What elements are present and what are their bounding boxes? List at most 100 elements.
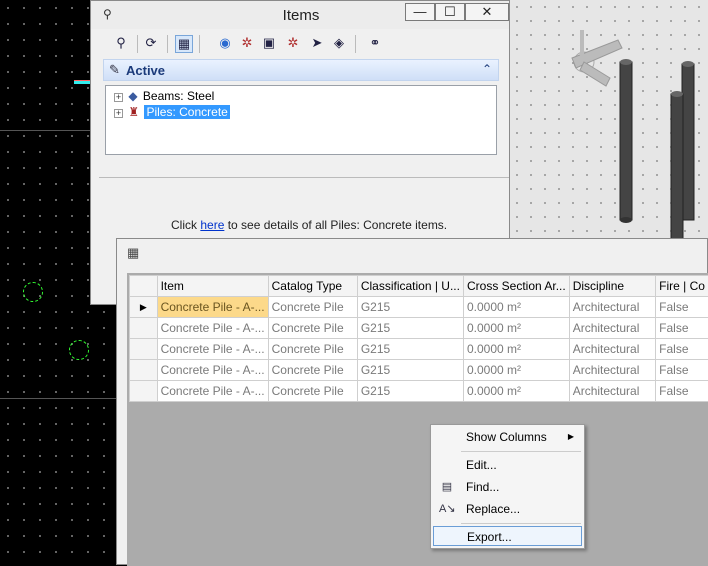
grid-cell[interactable]: False	[656, 360, 708, 381]
column-header[interactable]: Classification | U...	[357, 276, 463, 297]
globe-icon[interactable]: ◉	[217, 35, 233, 51]
toolbar-separator	[199, 35, 200, 53]
grid-cell[interactable]: Concrete Pile - A-...	[157, 297, 268, 318]
column-header[interactable]: Fire | Co	[656, 276, 708, 297]
menu-item-export[interactable]: Export...	[433, 526, 582, 546]
data-grid-area[interactable]: Item Catalog Type Classification | U... …	[127, 273, 708, 566]
details-text: Click here to see details of all Piles: …	[171, 218, 447, 232]
active-items-tree[interactable]: + ◆ Beams: Steel + ♜ Piles: Concrete	[105, 85, 497, 155]
grid-cell[interactable]: Architectural	[569, 318, 655, 339]
beam-icon: ◆	[128, 89, 137, 103]
table-row[interactable]: Concrete Pile - A-... Concrete Pile G215…	[130, 318, 708, 339]
pile-3d	[620, 59, 632, 223]
properties-icon[interactable]: ◈	[331, 35, 347, 51]
pile-3d	[671, 91, 683, 240]
row-header[interactable]	[130, 339, 158, 360]
grid-cell[interactable]: 0.0000 m²	[463, 360, 569, 381]
menu-item-label: Export...	[467, 530, 512, 544]
menu-item-find[interactable]: ▤ Find...	[433, 477, 582, 497]
details-suffix: to see details of all Piles: Concrete it…	[224, 218, 447, 232]
column-header[interactable]: Item	[157, 276, 268, 297]
pile-3d	[682, 61, 694, 220]
active-icon: ✎	[109, 62, 120, 78]
tree-node-label-selected: Piles: Concrete	[144, 105, 229, 119]
row-header[interactable]	[130, 318, 158, 339]
window-title-bar[interactable]: ⚲ Items — ☐ ✕	[91, 1, 509, 29]
tree-node-label: Beams: Steel	[143, 89, 214, 103]
expand-icon[interactable]: +	[114, 109, 123, 118]
grid-cell[interactable]: Architectural	[569, 339, 655, 360]
row-header[interactable]: ▶	[130, 297, 158, 318]
grid-cell[interactable]: Architectural	[569, 360, 655, 381]
menu-separator	[461, 523, 581, 524]
grid-cell[interactable]: 0.0000 m²	[463, 318, 569, 339]
details-link[interactable]: here	[200, 218, 224, 232]
viewport-3d[interactable]	[510, 0, 708, 240]
row-header[interactable]	[130, 381, 158, 402]
find-icon[interactable]: ⚭	[367, 35, 383, 51]
grid-cell[interactable]: G215	[357, 318, 463, 339]
table-row[interactable]: Concrete Pile - A-... Concrete Pile G215…	[130, 339, 708, 360]
pointer-icon[interactable]: ➤	[309, 35, 325, 51]
select-items-icon[interactable]: ⚲	[113, 35, 129, 51]
grid-cell[interactable]: Concrete Pile	[268, 339, 357, 360]
details-prefix: Click	[171, 218, 200, 232]
tree-node-piles[interactable]: + ♜ Piles: Concrete	[114, 104, 230, 120]
grid-window[interactable]: ▦ Item Catalog Type Classification | U..…	[116, 238, 708, 565]
grid-cell[interactable]: G215	[357, 360, 463, 381]
grid-cell[interactable]: Concrete Pile	[268, 318, 357, 339]
pile-circle[interactable]	[69, 340, 89, 360]
isolate-icon[interactable]: ✲	[239, 35, 255, 51]
pile-icon: ♜	[128, 105, 139, 119]
column-header[interactable]: Cross Section Ar...	[463, 276, 569, 297]
table-row[interactable]: ▶ Concrete Pile - A-... Concrete Pile G2…	[130, 297, 708, 318]
table-row[interactable]: Concrete Pile - A-... Concrete Pile G215…	[130, 360, 708, 381]
grid-cell[interactable]: Concrete Pile	[268, 381, 357, 402]
grid-cell[interactable]: 0.0000 m²	[463, 381, 569, 402]
close-button[interactable]: ✕	[465, 3, 509, 21]
find-icon: ▤	[439, 480, 455, 494]
grid-cell[interactable]: Architectural	[569, 297, 655, 318]
column-header[interactable]: Catalog Type	[268, 276, 357, 297]
grid-cell[interactable]: Concrete Pile	[268, 360, 357, 381]
grid-cell[interactable]: Concrete Pile - A-...	[157, 339, 268, 360]
refresh-icon[interactable]: ⟳	[143, 35, 159, 51]
zoom-to-icon[interactable]: ▣	[261, 35, 277, 51]
pile-circle[interactable]	[23, 282, 43, 302]
grid-cell[interactable]: False	[656, 297, 708, 318]
table-row[interactable]: Concrete Pile - A-... Concrete Pile G215…	[130, 381, 708, 402]
expand-icon[interactable]: +	[114, 93, 123, 102]
items-toolbar: ⚲ ⟳ ▦ ◉ ✲ ▣ ✲ ➤ ◈ ⚭	[99, 31, 499, 57]
active-section-header[interactable]: ✎ Active ⌃	[103, 59, 499, 81]
grid-cell[interactable]: G215	[357, 339, 463, 360]
grid-cell[interactable]: Concrete Pile - A-...	[157, 360, 268, 381]
menu-item-edit[interactable]: Edit...	[433, 455, 582, 475]
replace-icon: A↘	[439, 502, 455, 516]
grid-cell[interactable]: 0.0000 m²	[463, 297, 569, 318]
grid-view-icon[interactable]: ▦	[175, 35, 193, 53]
context-menu[interactable]: Show Columns ▶ Edit... ▤ Find... A↘ Repl…	[430, 424, 585, 549]
collapse-chevron-icon[interactable]: ⌃	[482, 62, 492, 76]
column-header[interactable]: Discipline	[569, 276, 655, 297]
submenu-arrow-icon: ▶	[568, 427, 574, 447]
grid-cell[interactable]: False	[656, 318, 708, 339]
grid-cell[interactable]: G215	[357, 381, 463, 402]
menu-item-replace[interactable]: A↘ Replace...	[433, 499, 582, 519]
tree-node-beams[interactable]: + ◆ Beams: Steel	[114, 88, 214, 104]
toolbar-separator	[167, 35, 168, 53]
grid-cell[interactable]: False	[656, 339, 708, 360]
grid-cell[interactable]: Concrete Pile - A-...	[157, 381, 268, 402]
maximize-button[interactable]: ☐	[435, 3, 465, 21]
minimize-button[interactable]: —	[405, 3, 435, 21]
grid-cell[interactable]: 0.0000 m²	[463, 339, 569, 360]
grid-cell[interactable]: G215	[357, 297, 463, 318]
row-header[interactable]	[130, 360, 158, 381]
data-grid[interactable]: Item Catalog Type Classification | U... …	[129, 275, 708, 402]
clear-icon[interactable]: ✲	[285, 35, 301, 51]
grid-cell[interactable]: False	[656, 381, 708, 402]
toolbar-separator	[355, 35, 356, 53]
grid-cell[interactable]: Architectural	[569, 381, 655, 402]
grid-cell[interactable]: Concrete Pile	[268, 297, 357, 318]
grid-cell[interactable]: Concrete Pile - A-...	[157, 318, 268, 339]
menu-item-show-columns[interactable]: Show Columns ▶	[433, 427, 582, 447]
